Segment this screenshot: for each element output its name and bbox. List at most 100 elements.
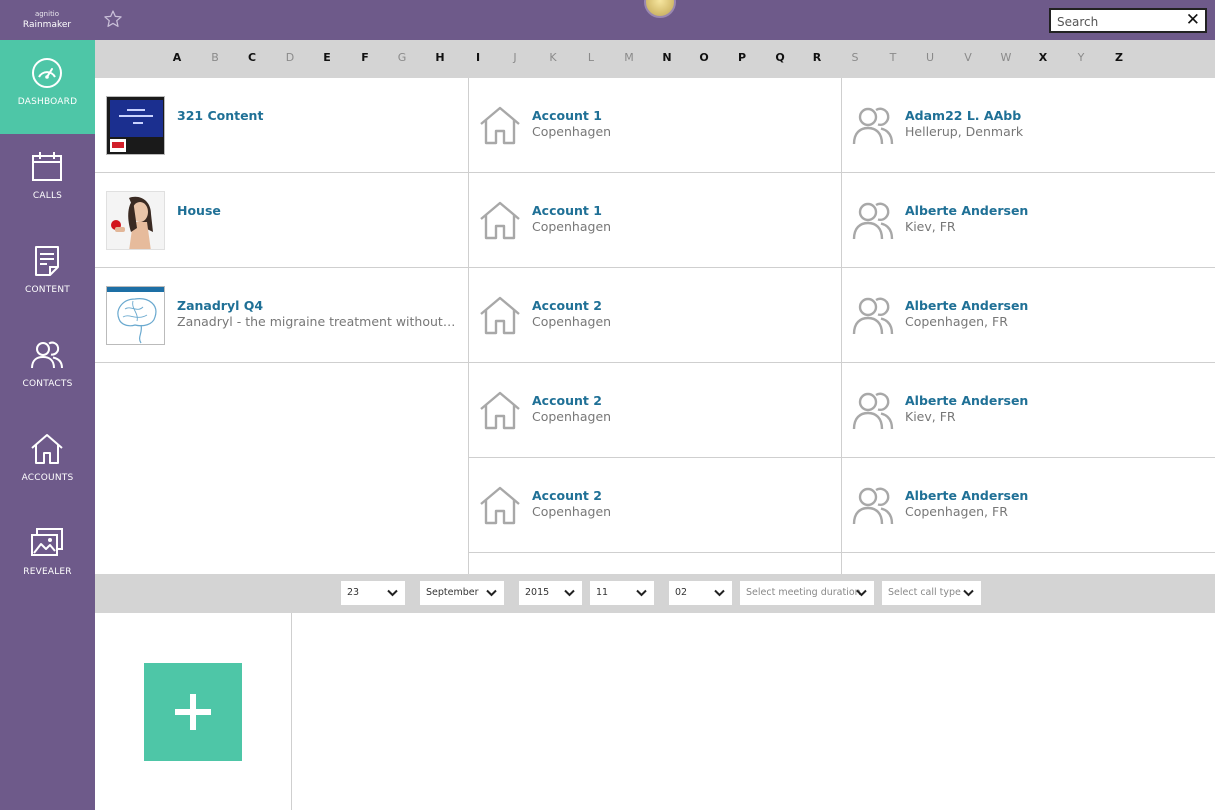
contact-location: Kiev, FR	[905, 409, 956, 424]
people-icon	[852, 487, 894, 525]
account-city: Copenhagen	[532, 314, 612, 329]
letter-g[interactable]: G	[392, 51, 412, 64]
letter-l[interactable]: L	[581, 51, 601, 64]
letter-y[interactable]: Y	[1071, 51, 1091, 64]
letter-z[interactable]: Z	[1109, 51, 1129, 64]
sidebar-item-label: ACCOUNTS	[21, 473, 74, 483]
letter-x[interactable]: X	[1033, 51, 1053, 64]
account-name: Account 2	[532, 393, 602, 408]
letter-i[interactable]: I	[468, 51, 488, 64]
chevron-down-icon	[714, 589, 725, 597]
contact-location: Kiev, FR	[905, 219, 956, 234]
people-icon	[852, 202, 894, 240]
calendar-icon	[32, 152, 62, 181]
sidebar-item-calls[interactable]: CALLS	[0, 134, 95, 228]
contacts-list: Adam22 L. AAbb Hellerup, Denmark Alberte…	[841, 78, 1215, 574]
letter-q[interactable]: Q	[770, 51, 790, 64]
letter-r[interactable]: R	[807, 51, 827, 64]
account-item[interactable]: Account 2 Copenhagen	[469, 458, 841, 553]
content-title: House	[177, 203, 221, 218]
contact-item[interactable]: Alberte Andersen Kiev, FR	[842, 363, 1215, 458]
content-title: Zanadryl Q4	[177, 298, 264, 313]
contact-item[interactable]: Alberte Andersen Kiev, FR	[842, 173, 1215, 268]
document-icon	[35, 246, 59, 276]
sidebar-item-label: CONTENT	[25, 285, 70, 295]
letter-j[interactable]: J	[505, 51, 525, 64]
letter-v[interactable]: V	[958, 51, 978, 64]
contact-item[interactable]: Alberte Andersen Copenhagen, FR	[842, 268, 1215, 363]
sidebar-item-revealer[interactable]: REVEALER	[0, 510, 95, 604]
letter-o[interactable]: O	[694, 51, 714, 64]
day-value: 23	[347, 587, 360, 598]
year-select[interactable]: 2015	[519, 581, 582, 605]
close-icon[interactable]: ✕	[1186, 11, 1200, 30]
call-scheduler-bar: 23 September 2015 11 02 Select meeting d…	[95, 574, 1215, 613]
sidebar-item-contacts[interactable]: CONTACTS	[0, 322, 95, 416]
letter-b[interactable]: B	[205, 51, 225, 64]
letter-n[interactable]: N	[657, 51, 677, 64]
letter-w[interactable]: W	[996, 51, 1016, 64]
minute-value: 02	[675, 587, 688, 598]
month-select[interactable]: September	[420, 581, 504, 605]
letter-u[interactable]: U	[920, 51, 940, 64]
call-type-select[interactable]: Select call type	[882, 581, 981, 605]
content-item[interactable]: House	[95, 173, 468, 268]
day-select[interactable]: 23	[341, 581, 405, 605]
contact-location: Copenhagen, FR	[905, 314, 1008, 329]
contact-name: Alberte Andersen	[905, 203, 1029, 218]
search-box[interactable]: ✕	[1049, 8, 1207, 33]
account-city: Copenhagen	[532, 124, 612, 139]
sidebar-item-content[interactable]: CONTENT	[0, 228, 95, 322]
sidebar-item-dashboard[interactable]: DASHBOARD	[0, 40, 95, 134]
minute-select[interactable]: 02	[669, 581, 732, 605]
chevron-down-icon	[856, 589, 867, 597]
add-panel	[95, 613, 292, 810]
contact-name: Adam22 L. AAbb	[905, 108, 1022, 123]
brand-logo: agnitio Rainmaker	[14, 9, 80, 31]
account-name: Account 2	[532, 298, 602, 313]
content-item[interactable]: Zanadryl Q4 Zanadryl - the migraine trea…	[95, 268, 468, 363]
contact-item[interactable]: Alberte Andersen Copenhagen, FR	[842, 458, 1215, 553]
account-city: Copenhagen	[532, 504, 612, 519]
letter-t[interactable]: T	[883, 51, 903, 64]
content-list: 321 Content House Zanadryl Q4 Zanadryl -…	[95, 78, 468, 574]
add-button[interactable]	[144, 663, 242, 761]
account-item[interactable]: Account 1 Copenhagen	[469, 78, 841, 173]
letter-k[interactable]: K	[543, 51, 563, 64]
account-name: Account 1	[532, 203, 602, 218]
letter-e[interactable]: E	[317, 51, 337, 64]
letter-h[interactable]: H	[430, 51, 450, 64]
hour-value: 11	[596, 587, 609, 598]
search-input[interactable]	[1057, 13, 1181, 30]
chevron-down-icon	[636, 589, 647, 597]
content-item[interactable]: 321 Content	[95, 78, 468, 173]
content-thumbnail	[106, 96, 165, 155]
people-icon	[852, 392, 894, 430]
account-item[interactable]: Account 2 Copenhagen	[469, 363, 841, 458]
letter-a[interactable]: A	[167, 51, 187, 64]
sidebar-item-label: CALLS	[32, 191, 63, 201]
letter-f[interactable]: F	[355, 51, 375, 64]
star-icon[interactable]	[103, 9, 123, 29]
call-detail-area	[292, 613, 1215, 810]
sidebar-item-accounts[interactable]: ACCOUNTS	[0, 416, 95, 510]
letter-p[interactable]: P	[732, 51, 752, 64]
letter-s[interactable]: S	[845, 51, 865, 64]
sidebar-item-label: DASHBOARD	[17, 97, 78, 107]
account-item[interactable]: Account 1 Copenhagen	[469, 173, 841, 268]
contact-item[interactable]: Adam22 L. AAbb Hellerup, Denmark	[842, 78, 1215, 173]
account-item[interactable]: Account 2 Copenhagen	[469, 268, 841, 363]
chevron-down-icon	[387, 589, 398, 597]
letter-d[interactable]: D	[280, 51, 300, 64]
people-icon	[852, 107, 894, 145]
sync-orb[interactable]	[644, 0, 676, 18]
chevron-down-icon	[963, 589, 974, 597]
meeting-duration-select[interactable]: Select meeting duration	[740, 581, 874, 605]
letter-c[interactable]: C	[242, 51, 262, 64]
letter-m[interactable]: M	[619, 51, 639, 64]
hour-select[interactable]: 11	[590, 581, 654, 605]
people-icon	[31, 341, 63, 369]
contact-location: Hellerup, Denmark	[905, 124, 1024, 139]
year-value: 2015	[525, 587, 550, 598]
content-thumbnail	[106, 191, 165, 250]
